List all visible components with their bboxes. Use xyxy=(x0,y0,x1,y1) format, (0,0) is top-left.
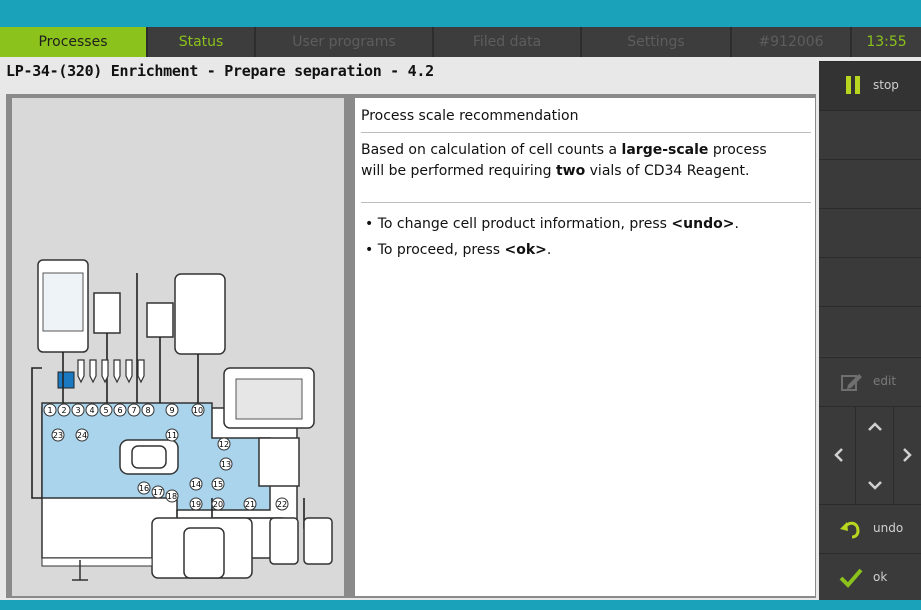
bullet-text: • To change cell product information, pr… xyxy=(365,216,672,232)
bullet-key: <ok> xyxy=(504,242,547,258)
instruction-paragraph: Based on calculation of cell counts a la… xyxy=(361,140,811,182)
checkmark-icon xyxy=(839,568,863,588)
target-cell-bag xyxy=(269,517,299,565)
stop-button[interactable]: stop xyxy=(819,61,921,110)
port-18: 18 xyxy=(167,492,177,501)
pause-icon xyxy=(846,76,860,94)
top-color-bar xyxy=(0,0,921,27)
tab-processes[interactable]: Processes xyxy=(0,27,148,57)
port-1: 1 xyxy=(47,406,52,415)
clamp-connectors xyxy=(77,359,145,384)
tubing-set-diagram: 1 2 3 4 5 6 7 8 9 10 11 12 13 14 15 16 1… xyxy=(31,259,333,581)
para-text: will be performed requiring xyxy=(361,163,556,179)
arrow-up-icon[interactable] xyxy=(868,421,882,431)
port-17: 17 xyxy=(153,488,163,497)
bullet-ok: • To proceed, press <ok>. xyxy=(365,240,551,261)
port-23: 23 xyxy=(53,431,63,440)
divider xyxy=(893,407,894,505)
empty-slot-3 xyxy=(819,208,921,257)
port-14: 14 xyxy=(191,480,201,489)
bullet-text: . xyxy=(734,216,739,232)
para-bold: two xyxy=(555,163,586,179)
edit-button[interactable]: edit xyxy=(819,357,921,406)
port-19: 19 xyxy=(191,500,201,509)
tab-filed-data[interactable]: Filed data xyxy=(434,27,582,57)
port-4: 4 xyxy=(89,406,94,415)
tab-user-programs[interactable]: User programs xyxy=(256,27,434,57)
page-title: LP-34-(320) Enrichment - Prepare separat… xyxy=(6,62,434,80)
empty-slot-1 xyxy=(819,110,921,159)
tab-device-id: #912006 xyxy=(732,27,852,57)
bottom-color-bar xyxy=(0,600,921,610)
empty-slot-2 xyxy=(819,159,921,208)
instruction-heading: Process scale recommendation xyxy=(361,108,579,124)
port-12: 12 xyxy=(219,440,229,449)
reagent-bag xyxy=(93,292,121,334)
port-15: 15 xyxy=(213,480,223,489)
divider xyxy=(361,202,811,203)
ok-label: ok xyxy=(873,570,888,584)
para-text: Based on calculation of cell counts a xyxy=(361,142,622,158)
arrow-down-icon[interactable] xyxy=(868,481,882,491)
port-6: 6 xyxy=(117,406,122,415)
non-target-bag xyxy=(303,517,333,565)
navigation-pad xyxy=(819,406,921,505)
port-3: 3 xyxy=(75,406,80,415)
port-13: 13 xyxy=(221,460,231,469)
tab-settings[interactable]: Settings xyxy=(582,27,732,57)
divider xyxy=(361,132,811,133)
tab-status[interactable]: Status xyxy=(148,27,256,57)
empty-slot-5 xyxy=(819,306,921,355)
para-text: process xyxy=(708,142,767,158)
port-11: 11 xyxy=(167,431,177,440)
bullet-text: . xyxy=(546,242,552,258)
port-9: 9 xyxy=(169,406,174,415)
stop-label: stop xyxy=(873,78,899,92)
port-5: 5 xyxy=(103,406,108,415)
bullet-text: • To proceed, press xyxy=(365,242,505,258)
blue-connector xyxy=(57,371,75,389)
undo-label: undo xyxy=(873,521,904,535)
empty-slot-4 xyxy=(819,257,921,306)
port-22: 22 xyxy=(277,500,287,509)
main-tab-bar: Processes Status User programs Filed dat… xyxy=(0,27,921,57)
port-21: 21 xyxy=(245,500,255,509)
wash-bag xyxy=(146,302,174,338)
para-text: vials of CD34 Reagent. xyxy=(585,163,750,179)
tubing-diagram-panel: 1 2 3 4 5 6 7 8 9 10 11 12 13 14 15 16 1… xyxy=(12,98,344,596)
plasma-bag xyxy=(174,273,226,355)
port-16: 16 xyxy=(139,484,149,493)
chamber-inner xyxy=(131,445,167,469)
para-bold: large-scale xyxy=(621,142,709,158)
bullet-key: <undo> xyxy=(671,216,735,232)
port-10: 10 xyxy=(193,406,203,415)
port-8: 8 xyxy=(145,406,150,415)
waste-bag-front xyxy=(183,527,225,579)
separation-column xyxy=(258,437,300,487)
bullet-undo: • To change cell product information, pr… xyxy=(365,214,739,235)
port-24: 24 xyxy=(77,431,87,440)
buffer-bag-inner xyxy=(42,272,84,332)
device-base xyxy=(41,557,153,567)
undo-button[interactable]: undo xyxy=(819,504,921,553)
edit-label: edit xyxy=(873,374,897,388)
clock-display: 13:55 xyxy=(852,27,921,57)
ok-button[interactable]: ok xyxy=(819,553,921,601)
instruction-panel: Process scale recommendation Based on ca… xyxy=(355,98,815,596)
port-2: 2 xyxy=(61,406,66,415)
undo-icon xyxy=(840,521,860,539)
edit-icon xyxy=(841,374,862,391)
device-screen-inner xyxy=(235,378,303,420)
arrow-right-icon[interactable] xyxy=(903,448,913,462)
arrow-left-icon[interactable] xyxy=(833,448,843,462)
divider xyxy=(855,407,856,505)
port-7: 7 xyxy=(131,406,136,415)
port-20: 20 xyxy=(213,500,223,509)
